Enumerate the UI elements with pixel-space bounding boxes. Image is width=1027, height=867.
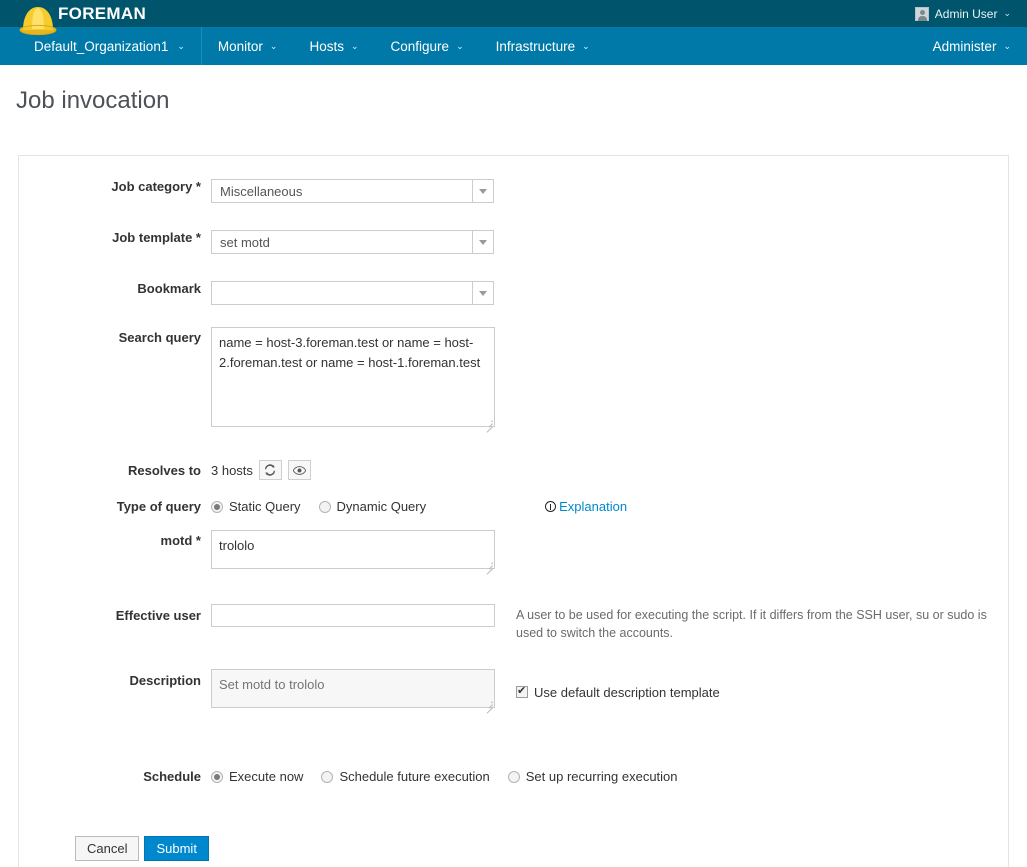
use-default-description-checkbox[interactable]: Use default description template: [516, 669, 720, 711]
user-menu[interactable]: Admin User ⌄: [914, 6, 1011, 21]
nav-item-infrastructure[interactable]: Infrastructure ⌄: [480, 27, 606, 65]
info-icon: [545, 501, 557, 512]
schedule-label: Schedule: [143, 769, 201, 784]
radio-dynamic-query[interactable]: Dynamic Query: [318, 499, 427, 514]
nav-item-label: Administer: [932, 38, 997, 54]
type-of-query-label: Type of query: [116, 499, 201, 514]
field-effective-user: Effective user A user to be used for exe…: [19, 604, 1008, 642]
type-of-query-radios: Static Query Dynamic Query: [211, 499, 444, 514]
field-schedule: Schedule Execute now Schedule future exe…: [19, 769, 1008, 784]
schedule-radios: Execute now Schedule future execution Se…: [211, 769, 1008, 784]
nav-item-label: Configure: [390, 38, 450, 54]
radio-indicator: [318, 500, 331, 513]
nav-items: Monitor ⌄ Hosts ⌄ Configure ⌄ Infrastruc…: [202, 27, 606, 65]
refresh-icon[interactable]: [258, 460, 282, 480]
bookmark-select[interactable]: [211, 281, 494, 305]
brand-title: FOREMAN: [58, 3, 147, 23]
chevron-down-icon: ⌄: [350, 40, 359, 51]
chevron-down-icon: ⌄: [1003, 40, 1011, 51]
job-category-dropdown-button[interactable]: [472, 180, 493, 202]
user-menu-label: Admin User: [934, 6, 998, 21]
radio-recurring[interactable]: Set up recurring execution: [507, 769, 678, 784]
job-template-value: set motd: [220, 234, 270, 250]
field-description: Description Use default description temp…: [19, 669, 1008, 714]
field-job-template: Job template * set motd: [19, 230, 1008, 254]
chevron-down-icon: ⌄: [269, 40, 278, 51]
nav-item-administer[interactable]: Administer ⌄: [917, 27, 1027, 65]
job-category-label: Job category *: [111, 179, 201, 194]
radio-static-query[interactable]: Static Query: [211, 499, 301, 514]
field-resolves-to: Resolves to 3 hosts: [19, 460, 1008, 480]
radio-indicator: [211, 500, 223, 513]
nav-item-hosts[interactable]: Hosts ⌄: [293, 27, 374, 65]
radio-label: Set up recurring execution: [525, 769, 678, 784]
avatar-icon: [914, 6, 929, 21]
nav-item-label: Monitor: [217, 38, 263, 54]
motd-label: motd *: [160, 533, 201, 548]
radio-execute-now[interactable]: Execute now: [211, 769, 303, 784]
effective-user-label: Effective user: [115, 608, 201, 623]
job-category-select[interactable]: Miscellaneous: [211, 179, 494, 203]
job-category-value: Miscellaneous: [220, 183, 303, 199]
radio-label: Schedule future execution: [339, 769, 490, 784]
nav-organization-label: Default_Organization1: [34, 38, 169, 54]
radio-label: Dynamic Query: [336, 499, 427, 514]
bookmark-label: Bookmark: [137, 281, 201, 296]
eye-icon[interactable]: [287, 460, 311, 480]
radio-schedule-future[interactable]: Schedule future execution: [321, 769, 490, 784]
nav-item-label: Infrastructure: [495, 38, 576, 54]
radio-indicator: [507, 770, 520, 783]
effective-user-input[interactable]: [211, 604, 495, 627]
explanation-link[interactable]: Explanation: [545, 499, 627, 514]
field-search-query: Search query: [19, 327, 1008, 433]
description-label: Description: [129, 673, 201, 688]
search-query-input[interactable]: [211, 327, 495, 427]
chevron-down-icon: [479, 239, 487, 245]
top-bar: FOREMAN Admin User ⌄: [0, 0, 1027, 36]
chevron-down-icon: [479, 188, 487, 194]
nav-item-label: Hosts: [309, 38, 344, 54]
bookmark-value: [212, 282, 472, 304]
chevron-down-icon: ⌄: [177, 40, 185, 51]
eye-glyph: [292, 465, 306, 475]
submit-button[interactable]: Submit: [144, 836, 209, 861]
search-query-label: Search query: [118, 330, 201, 345]
radio-indicator: [211, 770, 223, 783]
field-job-category: Job category * Miscellaneous: [19, 179, 1008, 203]
bookmark-dropdown-button[interactable]: [472, 282, 493, 304]
field-motd: motd *: [19, 530, 1008, 575]
use-default-description-label: Use default description template: [534, 684, 720, 700]
field-type-of-query: Type of query Static Query Dynamic Query…: [19, 499, 1008, 514]
motd-input[interactable]: [211, 530, 495, 569]
effective-user-help: A user to be used for executing the scri…: [516, 608, 987, 640]
resolves-to-value: 3 hosts: [211, 462, 253, 478]
refresh-glyph: [265, 464, 276, 476]
radio-indicator: [321, 770, 334, 783]
nav-item-monitor[interactable]: Monitor ⌄: [202, 27, 294, 65]
chevron-down-icon: [479, 290, 487, 296]
field-bookmark: Bookmark: [19, 281, 1008, 305]
nav-right: Administer ⌄: [917, 27, 1027, 65]
radio-label: Static Query: [229, 499, 301, 514]
job-invocation-form: Job category * Miscellaneous Job templat…: [18, 155, 1009, 867]
hardhat-icon: [19, 7, 57, 36]
radio-label: Execute now: [229, 769, 304, 784]
job-template-dropdown-button[interactable]: [472, 231, 493, 253]
explanation-label: Explanation: [559, 499, 628, 514]
page-title: Job invocation: [16, 87, 170, 114]
chevron-down-icon: ⌄: [1003, 8, 1011, 18]
checkbox-indicator: [516, 684, 528, 698]
chevron-down-icon: ⌄: [582, 40, 590, 51]
nav-item-configure[interactable]: Configure ⌄: [375, 27, 480, 65]
main-nav: Default_Organization1 ⌄ Monitor ⌄ Hosts …: [0, 27, 1027, 65]
cancel-button[interactable]: Cancel: [75, 836, 140, 861]
job-template-select[interactable]: set motd: [211, 230, 494, 254]
resolves-to-label: Resolves to: [128, 462, 201, 478]
form-actions: Cancel Submit: [19, 836, 1008, 861]
description-input[interactable]: [211, 669, 495, 708]
job-template-label: Job template *: [112, 230, 201, 245]
chevron-down-icon: ⌄: [456, 40, 464, 51]
